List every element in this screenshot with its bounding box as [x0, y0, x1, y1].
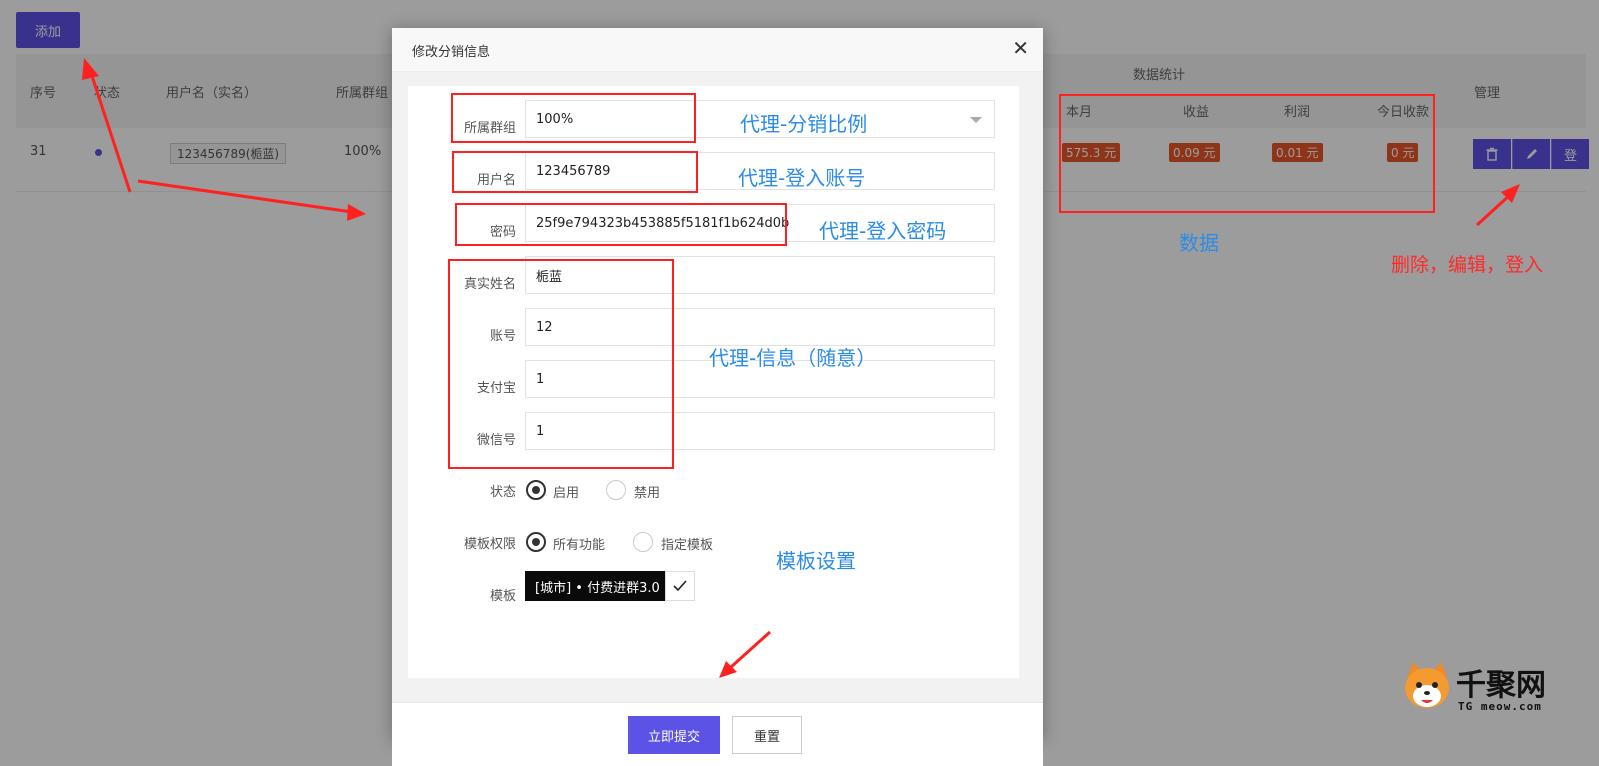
chevron-down-icon	[970, 117, 982, 123]
radio-permission-specific[interactable]	[633, 532, 653, 552]
annotation-login-password: 代理-登入密码	[819, 219, 947, 243]
modal-footer: 立即提交 重置	[392, 702, 1043, 766]
watermark-title: 千聚网	[1456, 668, 1546, 703]
annotation-box-data	[1059, 94, 1435, 213]
radio-status-enable[interactable]	[526, 480, 546, 500]
annotation-group-ratio: 代理-分销比例	[740, 112, 868, 136]
modal-header: 修改分销信息 ✕	[392, 28, 1043, 72]
cat-logo-icon	[1405, 662, 1449, 708]
template-chip[interactable]: [城市] • 付费进群3.0	[525, 571, 670, 601]
annotation-box-group	[451, 93, 696, 143]
radio-permission-all-label[interactable]: 所有功能	[553, 534, 605, 553]
annotation-data: 数据	[1179, 231, 1219, 255]
radio-permission-all[interactable]	[526, 532, 546, 552]
watermark-sub: TG meow.com	[1458, 700, 1542, 713]
checkmark-glyph	[673, 580, 687, 592]
radio-permission-specific-label[interactable]: 指定模板	[661, 534, 713, 553]
reset-button[interactable]: 重置	[732, 716, 802, 754]
submit-button[interactable]: 立即提交	[628, 716, 720, 754]
radio-status-disable[interactable]	[606, 480, 626, 500]
template-chip-label: [城市] • 付费进群3.0	[535, 580, 660, 596]
radio-status-enable-label[interactable]: 启用	[553, 482, 579, 501]
template-label: 模板	[489, 589, 516, 604]
radio-status-disable-label[interactable]: 禁用	[634, 482, 660, 501]
status-label: 状态	[489, 485, 516, 500]
annotation-info: 代理-信息（随意）	[709, 346, 877, 370]
annotation-box-info	[448, 259, 674, 469]
check-icon[interactable]	[665, 571, 695, 601]
annotation-login-account: 代理-登入账号	[738, 166, 866, 190]
modal-title: 修改分销信息	[412, 45, 491, 60]
close-icon[interactable]: ✕	[1012, 38, 1029, 58]
permission-label: 模板权限	[463, 537, 516, 552]
annotation-actions: 删除，编辑，登入	[1391, 254, 1544, 276]
annotation-template: 模板设置	[776, 549, 856, 573]
annotation-box-username	[452, 151, 698, 193]
annotation-box-password	[455, 203, 787, 246]
